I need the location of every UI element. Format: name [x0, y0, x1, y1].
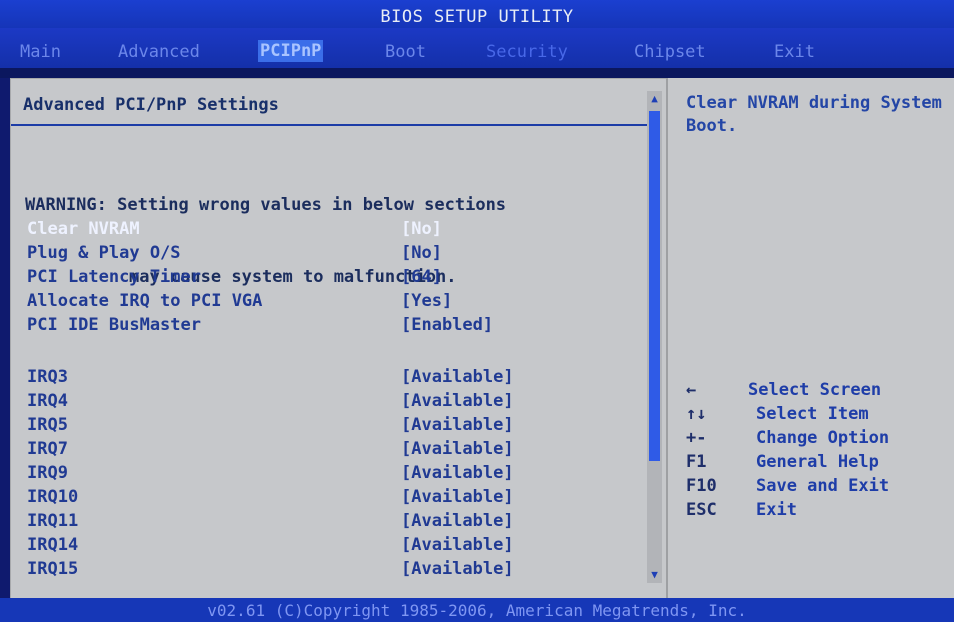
key-legend-label: Change Option: [756, 428, 890, 448]
tab-security[interactable]: Security: [486, 42, 568, 62]
esc-key: ESC: [686, 500, 717, 520]
setting-irq10-label[interactable]: IRQ10: [27, 487, 78, 507]
setting-allocate-irq-value[interactable]: [Yes]: [401, 291, 452, 311]
left-arrow-icon: ←: [686, 380, 697, 400]
key-legend-row: ← Select Screen: [686, 380, 954, 404]
setting-irq15-value[interactable]: [Available]: [401, 559, 514, 579]
key-legend-row: F1 General Help: [686, 452, 954, 476]
key-legend: ← Select Screen ↑↓ Select Item +- Change…: [686, 380, 954, 524]
setting-irq14-label[interactable]: IRQ14: [27, 535, 78, 555]
setting-irq5-value[interactable]: [Available]: [401, 415, 514, 435]
setting-irq7-label[interactable]: IRQ7: [27, 439, 68, 459]
setting-allocate-irq-label[interactable]: Allocate IRQ to PCI VGA: [27, 291, 262, 311]
setting-clear-nvram-value[interactable]: [No]: [401, 219, 442, 239]
item-help-text: Clear NVRAM during System Boot.: [686, 93, 942, 136]
up-down-arrow-icon: ↑↓: [686, 404, 707, 424]
bios-screen: BIOS SETUP UTILITY Main Advanced PCIPnP …: [0, 0, 954, 622]
setting-plug-play-os-value[interactable]: [No]: [401, 243, 442, 263]
copyright-text: v02.61 (C)Copyright 1985-2006, American …: [207, 601, 747, 620]
warning-line-1: WARNING: Setting wrong values in below s…: [25, 195, 507, 215]
help-panel: Clear NVRAM during System Boot. ← Select…: [666, 78, 954, 598]
heading-divider: [11, 124, 647, 126]
f10-key: F10: [686, 476, 717, 496]
key-legend-label: Exit: [756, 500, 797, 520]
setting-clear-nvram-label[interactable]: Clear NVRAM: [27, 219, 140, 239]
key-legend-label: Select Screen: [748, 380, 882, 400]
setting-irq15-label[interactable]: IRQ15: [27, 559, 78, 579]
setting-pci-ide-busmaster-label[interactable]: PCI IDE BusMaster: [27, 315, 201, 335]
setting-irq14-value[interactable]: [Available]: [401, 535, 514, 555]
tab-pcipnp[interactable]: PCIPnP: [258, 40, 324, 62]
setting-pci-ide-busmaster-value[interactable]: [Enabled]: [401, 315, 493, 335]
tab-boot[interactable]: Boot: [385, 42, 426, 62]
setting-irq4-label[interactable]: IRQ4: [27, 391, 68, 411]
setting-pci-latency-label[interactable]: PCI Latency Timer: [27, 267, 201, 287]
scroll-down-icon[interactable]: ▼: [648, 569, 661, 581]
title-bar: BIOS SETUP UTILITY: [0, 0, 954, 28]
setting-irq11-label[interactable]: IRQ11: [27, 511, 78, 531]
setting-irq3-value[interactable]: [Available]: [401, 367, 514, 387]
tab-main[interactable]: Main: [20, 42, 61, 62]
app-title: BIOS SETUP UTILITY: [380, 7, 574, 27]
key-legend-row: ↑↓ Select Item: [686, 404, 954, 428]
setting-irq3-label[interactable]: IRQ3: [27, 367, 68, 387]
panel-heading: Advanced PCI/PnP Settings: [23, 95, 279, 115]
tab-chipset[interactable]: Chipset: [634, 42, 706, 62]
key-legend-row: ESC Exit: [686, 500, 954, 524]
setting-irq10-value[interactable]: [Available]: [401, 487, 514, 507]
key-legend-label: General Help: [756, 452, 879, 472]
setting-irq11-value[interactable]: [Available]: [401, 511, 514, 531]
scrollbar-thumb[interactable]: [649, 111, 660, 461]
key-legend-row: +- Change Option: [686, 428, 954, 452]
scrollbar[interactable]: ▲ ▼: [647, 91, 662, 583]
setting-irq4-value[interactable]: [Available]: [401, 391, 514, 411]
key-legend-row: F10 Save and Exit: [686, 476, 954, 500]
status-bar: v02.61 (C)Copyright 1985-2006, American …: [0, 598, 954, 622]
setting-pci-latency-value[interactable]: [64]: [401, 267, 442, 287]
setting-irq9-value[interactable]: [Available]: [401, 463, 514, 483]
f1-key: F1: [686, 452, 707, 472]
key-legend-label: Select Item: [756, 404, 869, 424]
tab-advanced[interactable]: Advanced: [118, 42, 200, 62]
key-legend-label: Save and Exit: [756, 476, 890, 496]
scroll-up-icon[interactable]: ▲: [648, 93, 661, 105]
setting-irq7-value[interactable]: [Available]: [401, 439, 514, 459]
setting-plug-play-os-label[interactable]: Plug & Play O/S: [27, 243, 181, 263]
menu-bar: Main Advanced PCIPnP Boot Security Chips…: [0, 28, 954, 68]
settings-panel: Advanced PCI/PnP Settings WARNING: Setti…: [10, 78, 667, 600]
menu-separator: [0, 68, 954, 78]
plus-minus-key: +-: [686, 428, 707, 448]
setting-irq9-label[interactable]: IRQ9: [27, 463, 68, 483]
setting-irq5-label[interactable]: IRQ5: [27, 415, 68, 435]
tab-exit[interactable]: Exit: [774, 42, 815, 62]
